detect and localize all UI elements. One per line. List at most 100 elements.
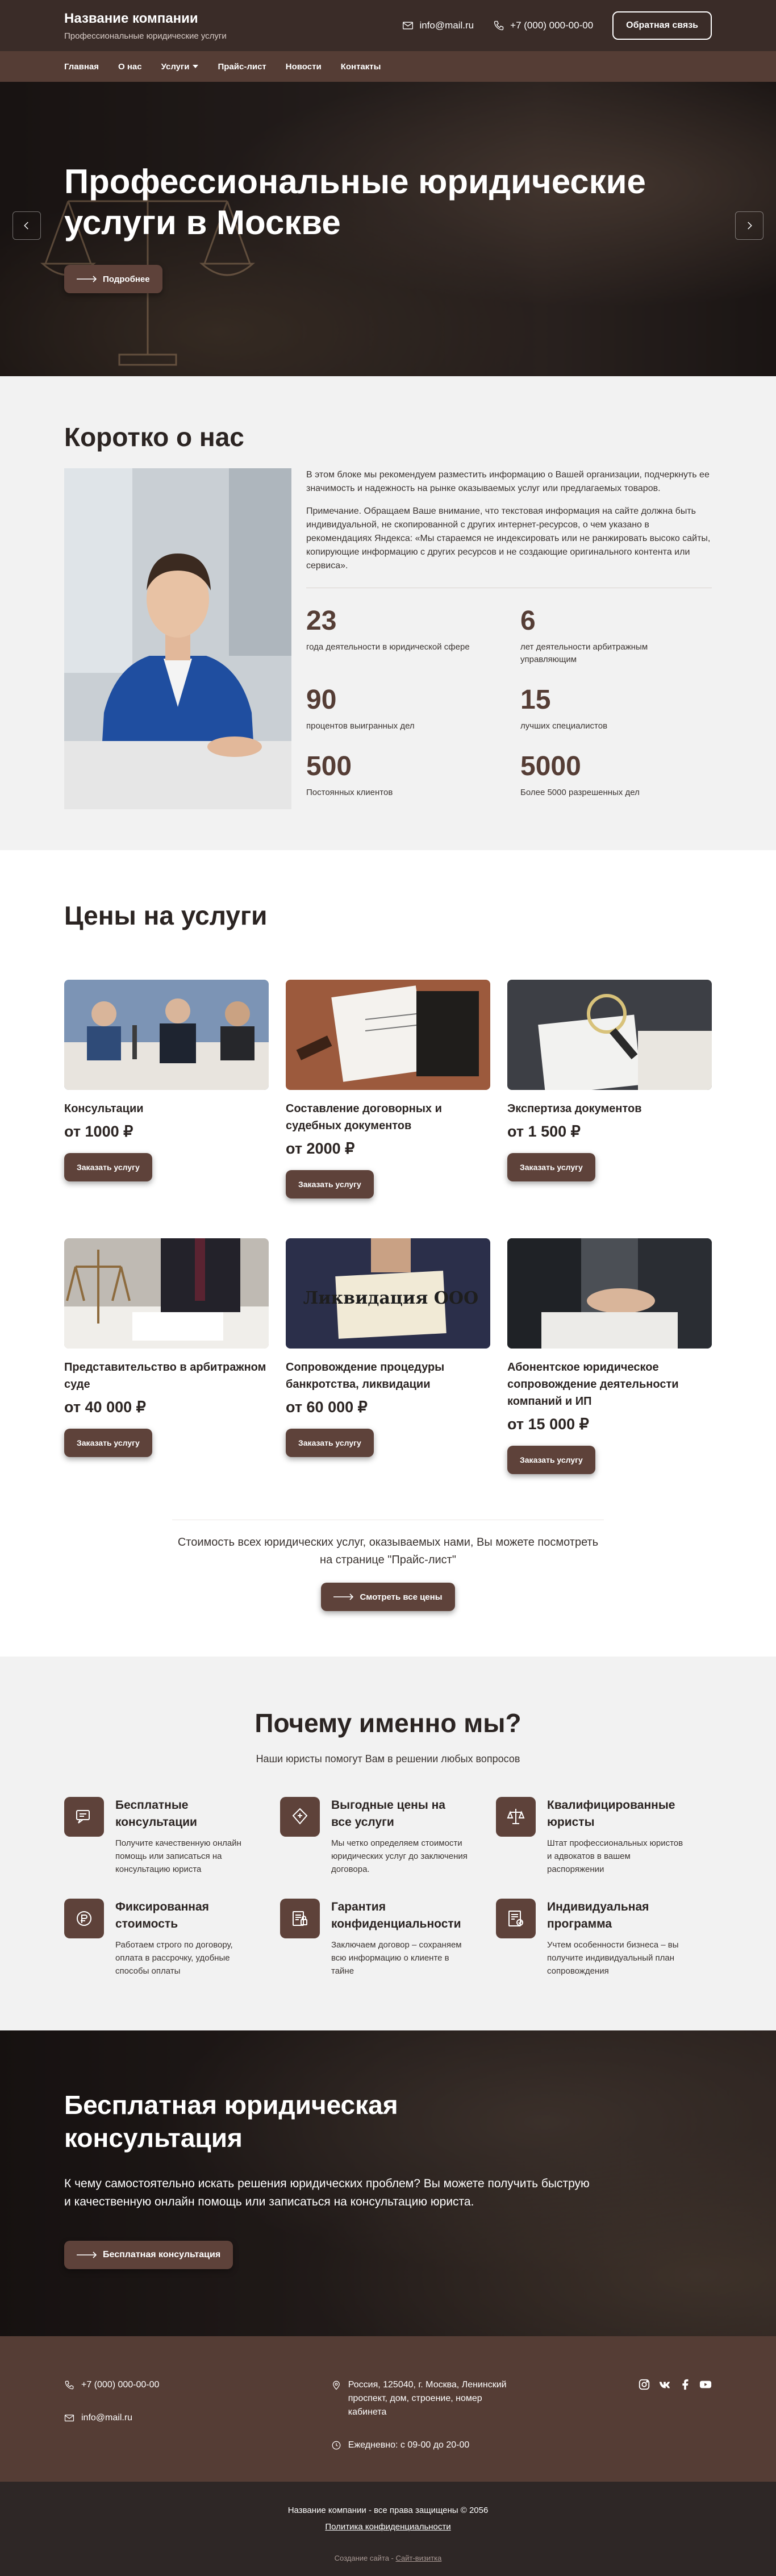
facebook-icon[interactable] — [679, 2378, 691, 2391]
liquidation-sign-text: Ликвидация ООО — [303, 1288, 478, 1308]
top-bar: Название компании Профессиональные юриди… — [0, 0, 776, 51]
all-prices-label[interactable]: Смотреть все цены — [360, 1592, 442, 1602]
about-title: Коротко о нас — [64, 422, 244, 452]
advantage-text: Получите качественную онлайн помощь или … — [115, 1838, 241, 1874]
advantage-title: Бесплатные консультации — [115, 1799, 197, 1829]
service-image[interactable] — [64, 980, 269, 1090]
order-service-button[interactable]: Заказать услугу — [507, 1446, 595, 1474]
service-price: от 2000 ₽ — [286, 1140, 355, 1157]
order-service-button[interactable]: Заказать услугу — [64, 1153, 152, 1181]
service-card: Экспертиза документов от 1 500 ₽ Заказат… — [507, 980, 712, 1198]
service-image[interactable] — [286, 980, 490, 1090]
service-image[interactable]: Ликвидация ООО — [286, 1238, 490, 1349]
youtube-icon[interactable] — [699, 2378, 712, 2391]
hero-more-label[interactable]: Подробнее — [103, 274, 150, 284]
nav-item-home[interactable]: Главная — [64, 62, 99, 72]
instagram-icon[interactable] — [638, 2378, 650, 2391]
footer-phone-text[interactable]: +7 (000) 000-00-00 — [81, 2378, 159, 2392]
social-links — [638, 2378, 712, 2471]
lawyer-photo — [64, 468, 291, 809]
nav-item-about[interactable]: О нас — [118, 62, 142, 72]
stat-item: 500 Постоянных клиентов — [306, 751, 498, 799]
order-service-button[interactable]: Заказать услугу — [507, 1153, 595, 1181]
footer-phone[interactable]: +7 (000) 000-00-00 — [64, 2378, 331, 2392]
service-title: Абонентское юридическое сопровождение де… — [507, 1361, 679, 1408]
callback-button[interactable]: Обратная связь — [612, 11, 712, 40]
service-image[interactable] — [507, 1238, 712, 1349]
prices-title: Цены на услуги — [64, 901, 268, 930]
header-phone-text[interactable]: +7 (000) 000-00-00 — [510, 20, 593, 31]
chevron-left-icon — [24, 222, 28, 230]
order-service-button[interactable]: Заказать услугу — [286, 1170, 374, 1198]
header-phone[interactable]: +7 (000) 000-00-00 — [493, 20, 593, 31]
copyright: Название компании - все права защищены ©… — [287, 2506, 489, 2515]
stat-item: 23 года деятельности в юридической сфере — [306, 605, 498, 666]
site-credit-prefix: Создание сайта - — [334, 2554, 396, 2562]
advantage-title: Гарантия конфиденциальности — [331, 1900, 461, 1930]
service-title: Сопровождение процедуры банкротства, лик… — [286, 1361, 445, 1391]
why-subtitle: Наши юристы помогут Вам в решении любых … — [256, 1753, 520, 1765]
arrow-right-icon — [77, 276, 97, 282]
advantage-text: Штат профессиональных юристов и адвокато… — [547, 1838, 683, 1874]
advantage-text: Заключаем договор – сохраняем всю информ… — [331, 1940, 462, 1976]
service-card: Абонентское юридическое сопровождение де… — [507, 1238, 712, 1474]
about-section: Коротко о нас В этом блоке мы рекомендуе… — [0, 376, 776, 850]
footer-hours-text: Ежедневно: с 09-00 до 20-00 — [348, 2440, 470, 2450]
service-title: Экспертиза документов — [507, 1102, 642, 1115]
advantage-item: Индивидуальная программа Учтем особеннос… — [496, 1899, 683, 1978]
footer-contacts: +7 (000) 000-00-00 info@mail.ru Россия, … — [0, 2336, 776, 2482]
footer-address: Россия, 125040, г. Москва, Ленинский про… — [331, 2378, 638, 2419]
footer-email-text[interactable]: info@mail.ru — [81, 2411, 132, 2425]
nav-item-services-label[interactable]: Услуги — [161, 62, 190, 72]
clock-icon — [332, 2441, 341, 2450]
site-header: Название компании Профессиональные юриди… — [0, 0, 776, 82]
why-title: Почему именно мы? — [255, 1708, 521, 1738]
free-consultation-button[interactable]: Бесплатная консультация — [64, 2241, 233, 2269]
phone-icon — [65, 2381, 74, 2390]
footer-hours: Ежедневно: с 09-00 до 20-00 — [331, 2438, 638, 2452]
footer-email[interactable]: info@mail.ru — [64, 2411, 331, 2425]
free-consultation-label[interactable]: Бесплатная консультация — [103, 2250, 220, 2260]
order-service-button[interactable]: Заказать услугу — [286, 1429, 374, 1457]
arrow-right-icon — [333, 1593, 354, 1600]
advantage-text: Мы четко определяем стоимости юридически… — [331, 1838, 468, 1874]
vk-icon[interactable] — [658, 2378, 671, 2391]
site-credit-link[interactable]: Сайт-визитка — [395, 2554, 441, 2562]
stat-label: лет деятельности арбитражным управляющим — [520, 642, 648, 664]
hero-more-button[interactable]: Подробнее — [64, 265, 162, 293]
service-title: Консультации — [64, 1102, 144, 1115]
chevron-right-icon — [748, 222, 752, 230]
stat-label: процентов выигранных дел — [306, 721, 415, 731]
header-email[interactable]: info@mail.ru — [402, 20, 474, 31]
fixed-cost-icon — [64, 1899, 104, 1938]
privacy-policy-link[interactable]: Политика конфиденциальности — [325, 2522, 450, 2532]
free-consultation-banner: Бесплатная юридическая консультация К че… — [0, 2030, 776, 2336]
brand[interactable]: Название компании Профессиональные юриди… — [64, 11, 402, 41]
chevron-down-icon[interactable] — [193, 65, 199, 68]
service-card: Представительство в арбитражном суде от … — [64, 1238, 269, 1474]
cta-title: Бесплатная юридическая консультация — [64, 2090, 398, 2153]
arrow-right-icon — [77, 2252, 97, 2258]
nav-item-contacts[interactable]: Контакты — [341, 62, 381, 72]
company-name[interactable]: Название компании — [64, 11, 402, 27]
advantage-text: Учтем особенности бизнеса – вы получите … — [547, 1940, 679, 1976]
slider-prev-button[interactable] — [12, 211, 41, 240]
hero-slider: Профессиональные юридические услуги в Мо… — [0, 82, 776, 376]
service-image[interactable] — [507, 980, 712, 1090]
site-credit: Создание сайта - Сайт-визитка — [0, 2554, 776, 2562]
nav-item-services[interactable]: Услуги — [161, 62, 199, 72]
service-price: от 15 000 ₽ — [507, 1416, 589, 1433]
all-prices-button[interactable]: Смотреть все цены — [321, 1583, 455, 1611]
order-service-button[interactable]: Заказать услугу — [64, 1429, 152, 1457]
service-image[interactable] — [64, 1238, 269, 1349]
header-email-text[interactable]: info@mail.ru — [419, 20, 474, 31]
advantage-title: Фиксированная стоимость — [115, 1900, 209, 1930]
stat-item: 6 лет деятельности арбитражным управляющ… — [520, 605, 712, 666]
nav-item-price-list[interactable]: Прайс-лист — [218, 62, 266, 72]
stat-label: Более 5000 разрешенных дел — [520, 788, 640, 797]
nav-item-news[interactable]: Новости — [286, 62, 322, 72]
slider-next-button[interactable] — [735, 211, 764, 240]
prices-note: Стоимость всех юридических услуг, оказыв… — [172, 1520, 604, 1611]
service-price: от 1000 ₽ — [64, 1123, 133, 1140]
stat-value: 500 — [306, 751, 352, 781]
